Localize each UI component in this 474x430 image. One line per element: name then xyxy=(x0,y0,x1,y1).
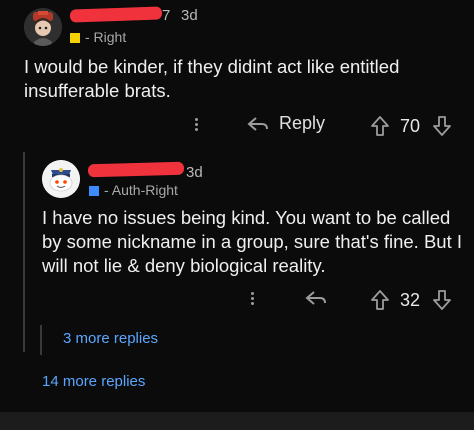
avatar-1-icon xyxy=(24,8,62,46)
thread-line[interactable] xyxy=(23,152,25,352)
comment1-upvote-button[interactable] xyxy=(370,115,390,142)
redacted-username xyxy=(69,6,163,23)
more-replies-top-link[interactable]: 14 more replies xyxy=(42,373,145,390)
comment1-score: 70 xyxy=(400,116,421,136)
comment1-downvote-button[interactable] xyxy=(432,115,452,142)
comment1-body: I would be kinder, if they didint act li… xyxy=(24,56,400,101)
redacted-username xyxy=(87,161,185,178)
comment2-body: I have no issues being kind. You want to… xyxy=(42,207,462,276)
comment1-timestamp: 3d xyxy=(181,7,198,24)
downvote-icon xyxy=(433,290,451,310)
comment2-downvote-button[interactable] xyxy=(432,289,452,316)
reply-button[interactable]: Reply xyxy=(246,113,325,134)
more-replies-nested-link[interactable]: 3 more replies xyxy=(63,330,158,347)
reply-label: Reply xyxy=(279,113,326,133)
nested-thread-line[interactable] xyxy=(40,325,42,355)
comment1-flair: - Right xyxy=(85,29,127,45)
reply-icon xyxy=(305,291,326,305)
comment2-flair: - Auth-Right xyxy=(104,182,178,198)
comment2-score: 32 xyxy=(400,290,421,310)
bottom-divider xyxy=(0,412,474,430)
more-options-icon[interactable] xyxy=(251,290,254,307)
reply-icon xyxy=(247,116,268,131)
more-options-icon[interactable] xyxy=(195,116,198,133)
avatar-2-icon xyxy=(42,160,80,198)
comment2-timestamp: 3d xyxy=(186,164,203,181)
upvote-icon xyxy=(371,290,389,310)
comment2-upvote-button[interactable] xyxy=(370,289,390,316)
comment2-avatar[interactable] xyxy=(42,160,80,198)
flair-color-square xyxy=(70,33,80,43)
comment1-avatar[interactable] xyxy=(24,8,62,46)
upvote-icon xyxy=(371,116,389,136)
flair-color-square xyxy=(89,186,99,196)
downvote-icon xyxy=(433,116,451,136)
comment2-reply-button[interactable] xyxy=(304,288,328,313)
comment1-username-tail: 7 xyxy=(162,7,171,24)
